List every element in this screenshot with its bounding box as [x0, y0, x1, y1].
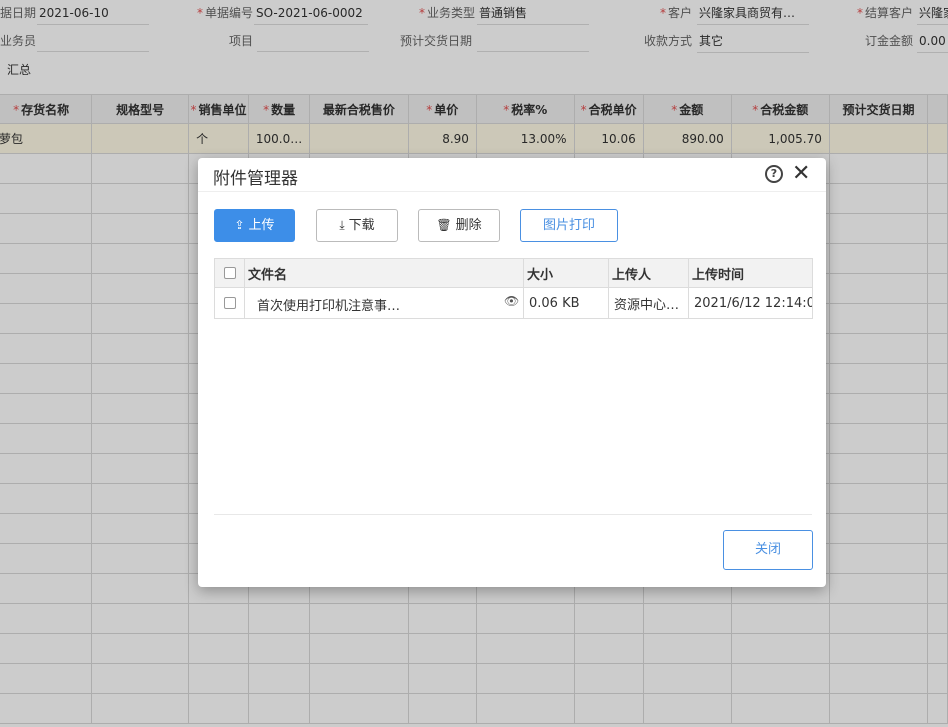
col-header-uploader[interactable]: 上传人 — [608, 258, 689, 288]
table-row[interactable]: 首次使用打印机注意事… 👁 ••• 0.06 KB 资源中心… 2021/6/1… — [214, 287, 813, 319]
eye-icon[interactable]: 👁 — [504, 294, 519, 308]
dialog-header: 附件管理器 ? ✕ — [198, 158, 826, 192]
help-icon[interactable]: ? — [765, 165, 783, 183]
filename-cell: 首次使用打印机注意事… 👁 ••• — [244, 287, 524, 319]
delete-button[interactable]: 🗑 删除 — [418, 209, 500, 242]
select-all-cell — [214, 258, 245, 288]
filename-text[interactable]: 首次使用打印机注意事… — [257, 295, 400, 314]
trash-icon: 🗑 — [436, 218, 452, 232]
col-header-filename[interactable]: 文件名 — [244, 258, 524, 288]
attachment-table: 文件名 大小 上传人 上传时间 首次使用打印机注意事… 👁 ••• 0.06 K… — [214, 258, 813, 319]
uploader-cell: 资源中心… — [608, 287, 689, 319]
image-print-button[interactable]: 图片打印 — [520, 209, 618, 242]
col-header-upload-time[interactable]: 上传时间 — [688, 258, 813, 288]
download-button[interactable]: ⤓ 下载 — [316, 209, 398, 242]
dialog-title: 附件管理器 — [213, 169, 298, 189]
col-header-size[interactable]: 大小 — [523, 258, 609, 288]
upload-time-cell: 2021/6/12 12:14:00 — [688, 287, 813, 319]
attachment-header-row: 文件名 大小 上传人 上传时间 — [214, 258, 813, 288]
row-select-cell — [214, 287, 245, 319]
select-all-checkbox[interactable] — [223, 267, 236, 279]
footer-divider — [214, 514, 812, 515]
close-icon[interactable]: ✕ — [792, 161, 810, 187]
upload-icon: ⇪ — [234, 218, 245, 232]
download-icon: ⤓ — [339, 218, 345, 232]
close-button[interactable]: 关闭 — [723, 530, 813, 570]
size-cell: 0.06 KB — [523, 287, 609, 319]
upload-button[interactable]: ⇪ 上传 — [214, 209, 295, 242]
row-checkbox[interactable] — [223, 297, 236, 309]
attachment-manager-dialog: 附件管理器 ? ✕ ⇪ 上传 ⤓ 下载 🗑 删除 图片打印 文件名 大小 上传人 上传… — [198, 158, 826, 587]
